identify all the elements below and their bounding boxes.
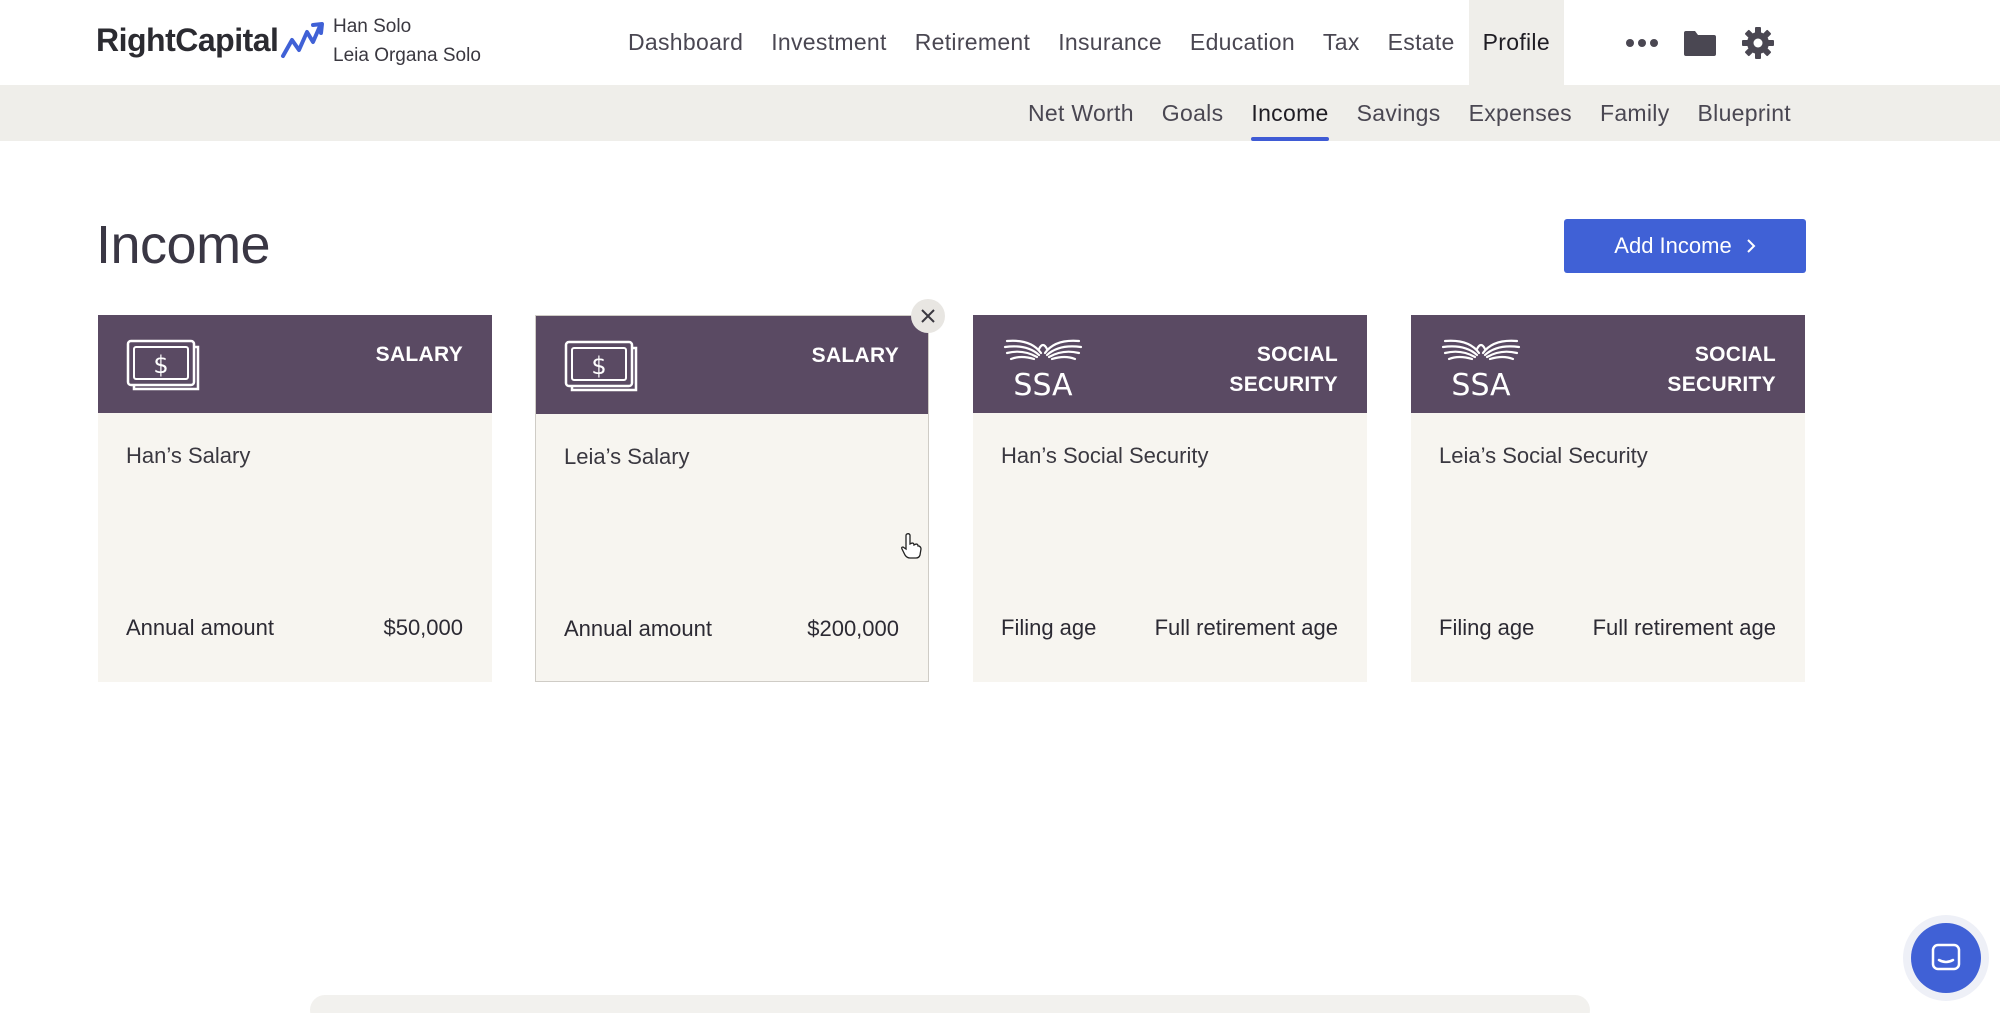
nav-tax[interactable]: Tax: [1309, 0, 1374, 85]
card-value: $50,000: [383, 615, 463, 640]
top-header: RightCapital Han Solo Leia Organa Solo D…: [0, 0, 2000, 85]
svg-text:SSA: SSA: [1451, 368, 1511, 397]
tab-blueprint[interactable]: Blueprint: [1684, 85, 1805, 141]
tab-net-worth[interactable]: Net Worth: [1014, 85, 1148, 141]
gear-icon[interactable]: [1740, 25, 1776, 61]
dollar-bill-icon: $: [126, 339, 200, 391]
nav-profile[interactable]: Profile: [1468, 0, 1564, 85]
close-icon: [921, 309, 935, 323]
tab-expenses[interactable]: Expenses: [1455, 85, 1586, 141]
chevron-right-icon: [1746, 239, 1756, 253]
nav-education[interactable]: Education: [1176, 0, 1309, 85]
card-type: SALARY: [375, 343, 463, 366]
card-label: Annual amount: [126, 615, 274, 640]
delete-card-button[interactable]: [911, 299, 945, 333]
add-income-label: Add Income: [1614, 233, 1732, 258]
card-title: Leia’s Social Security: [1439, 443, 1648, 468]
sub-nav-bar: Net Worth Goals Income Savings Expenses …: [0, 85, 2000, 141]
card-header: SSA SOCIAL SECURITY: [1411, 315, 1805, 413]
client-spouse: Leia Organa Solo: [333, 45, 481, 66]
income-card-leia-social-security[interactable]: SSA SOCIAL SECURITY Leia’s Social Securi…: [1411, 315, 1805, 682]
nav-dashboard[interactable]: Dashboard: [614, 0, 757, 85]
tab-family[interactable]: Family: [1586, 85, 1684, 141]
folder-icon[interactable]: [1682, 25, 1718, 61]
nav-insurance[interactable]: Insurance: [1044, 0, 1176, 85]
hand-cursor-icon: [901, 533, 922, 559]
rightcapital-logo[interactable]: RightCapital: [96, 20, 326, 60]
profile-sub-nav: Net Worth Goals Income Savings Expenses …: [1014, 85, 1805, 141]
ssa-logo-icon: SSA: [1441, 339, 1521, 397]
card-label: Filing age: [1439, 615, 1535, 640]
nav-estate[interactable]: Estate: [1374, 0, 1469, 85]
income-card-han-salary[interactable]: $ SALARY Han’s Salary Annual amount $50,…: [98, 315, 492, 682]
chat-launcher-button[interactable]: [1911, 923, 1981, 993]
dollar-bill-icon: $: [564, 340, 638, 392]
card-title: Han’s Salary: [126, 443, 251, 468]
card-label: Filing age: [1001, 615, 1097, 640]
main-nav: Dashboard Investment Retirement Insuranc…: [614, 0, 1564, 85]
card-type: SOCIAL SECURITY: [1229, 343, 1338, 396]
svg-text:$: $: [591, 352, 606, 380]
bottom-panel-edge: [310, 995, 1590, 1013]
brand-name: RightCapital: [96, 21, 279, 58]
card-title: Han’s Social Security: [1001, 443, 1209, 468]
card-value: $200,000: [807, 616, 899, 641]
card-value: Full retirement age: [1592, 615, 1776, 640]
chat-icon: [1931, 943, 1961, 971]
card-header: $ SALARY: [536, 316, 928, 414]
card-type: SALARY: [811, 344, 899, 367]
svg-text:$: $: [153, 351, 168, 379]
tab-goals[interactable]: Goals: [1148, 85, 1238, 141]
tab-savings[interactable]: Savings: [1343, 85, 1455, 141]
nav-retirement[interactable]: Retirement: [901, 0, 1044, 85]
card-value: Full retirement age: [1154, 615, 1338, 640]
header-icons: [1624, 0, 1776, 85]
page-title: Income: [96, 215, 271, 275]
card-header: SSA SOCIAL SECURITY: [973, 315, 1367, 413]
more-icon[interactable]: [1624, 25, 1660, 61]
card-title: Leia’s Salary: [564, 444, 690, 469]
income-card-han-social-security[interactable]: SSA SOCIAL SECURITY Han’s Social Securit…: [973, 315, 1367, 682]
client-names[interactable]: Han Solo Leia Organa Solo: [333, 12, 481, 70]
card-type: SOCIAL SECURITY: [1667, 343, 1776, 396]
income-card-leia-salary[interactable]: $ SALARY Leia’s Salary Annual amount $20…: [535, 315, 929, 682]
client-primary: Han Solo: [333, 16, 412, 37]
logo-arrow-icon: [281, 22, 325, 58]
card-header: $ SALARY: [98, 315, 492, 413]
card-label: Annual amount: [564, 616, 712, 641]
add-income-button[interactable]: Add Income: [1564, 219, 1806, 273]
tab-income[interactable]: Income: [1237, 85, 1342, 141]
ssa-logo-icon: SSA: [1003, 339, 1083, 397]
nav-investment[interactable]: Investment: [757, 0, 901, 85]
svg-text:SSA: SSA: [1013, 368, 1073, 397]
